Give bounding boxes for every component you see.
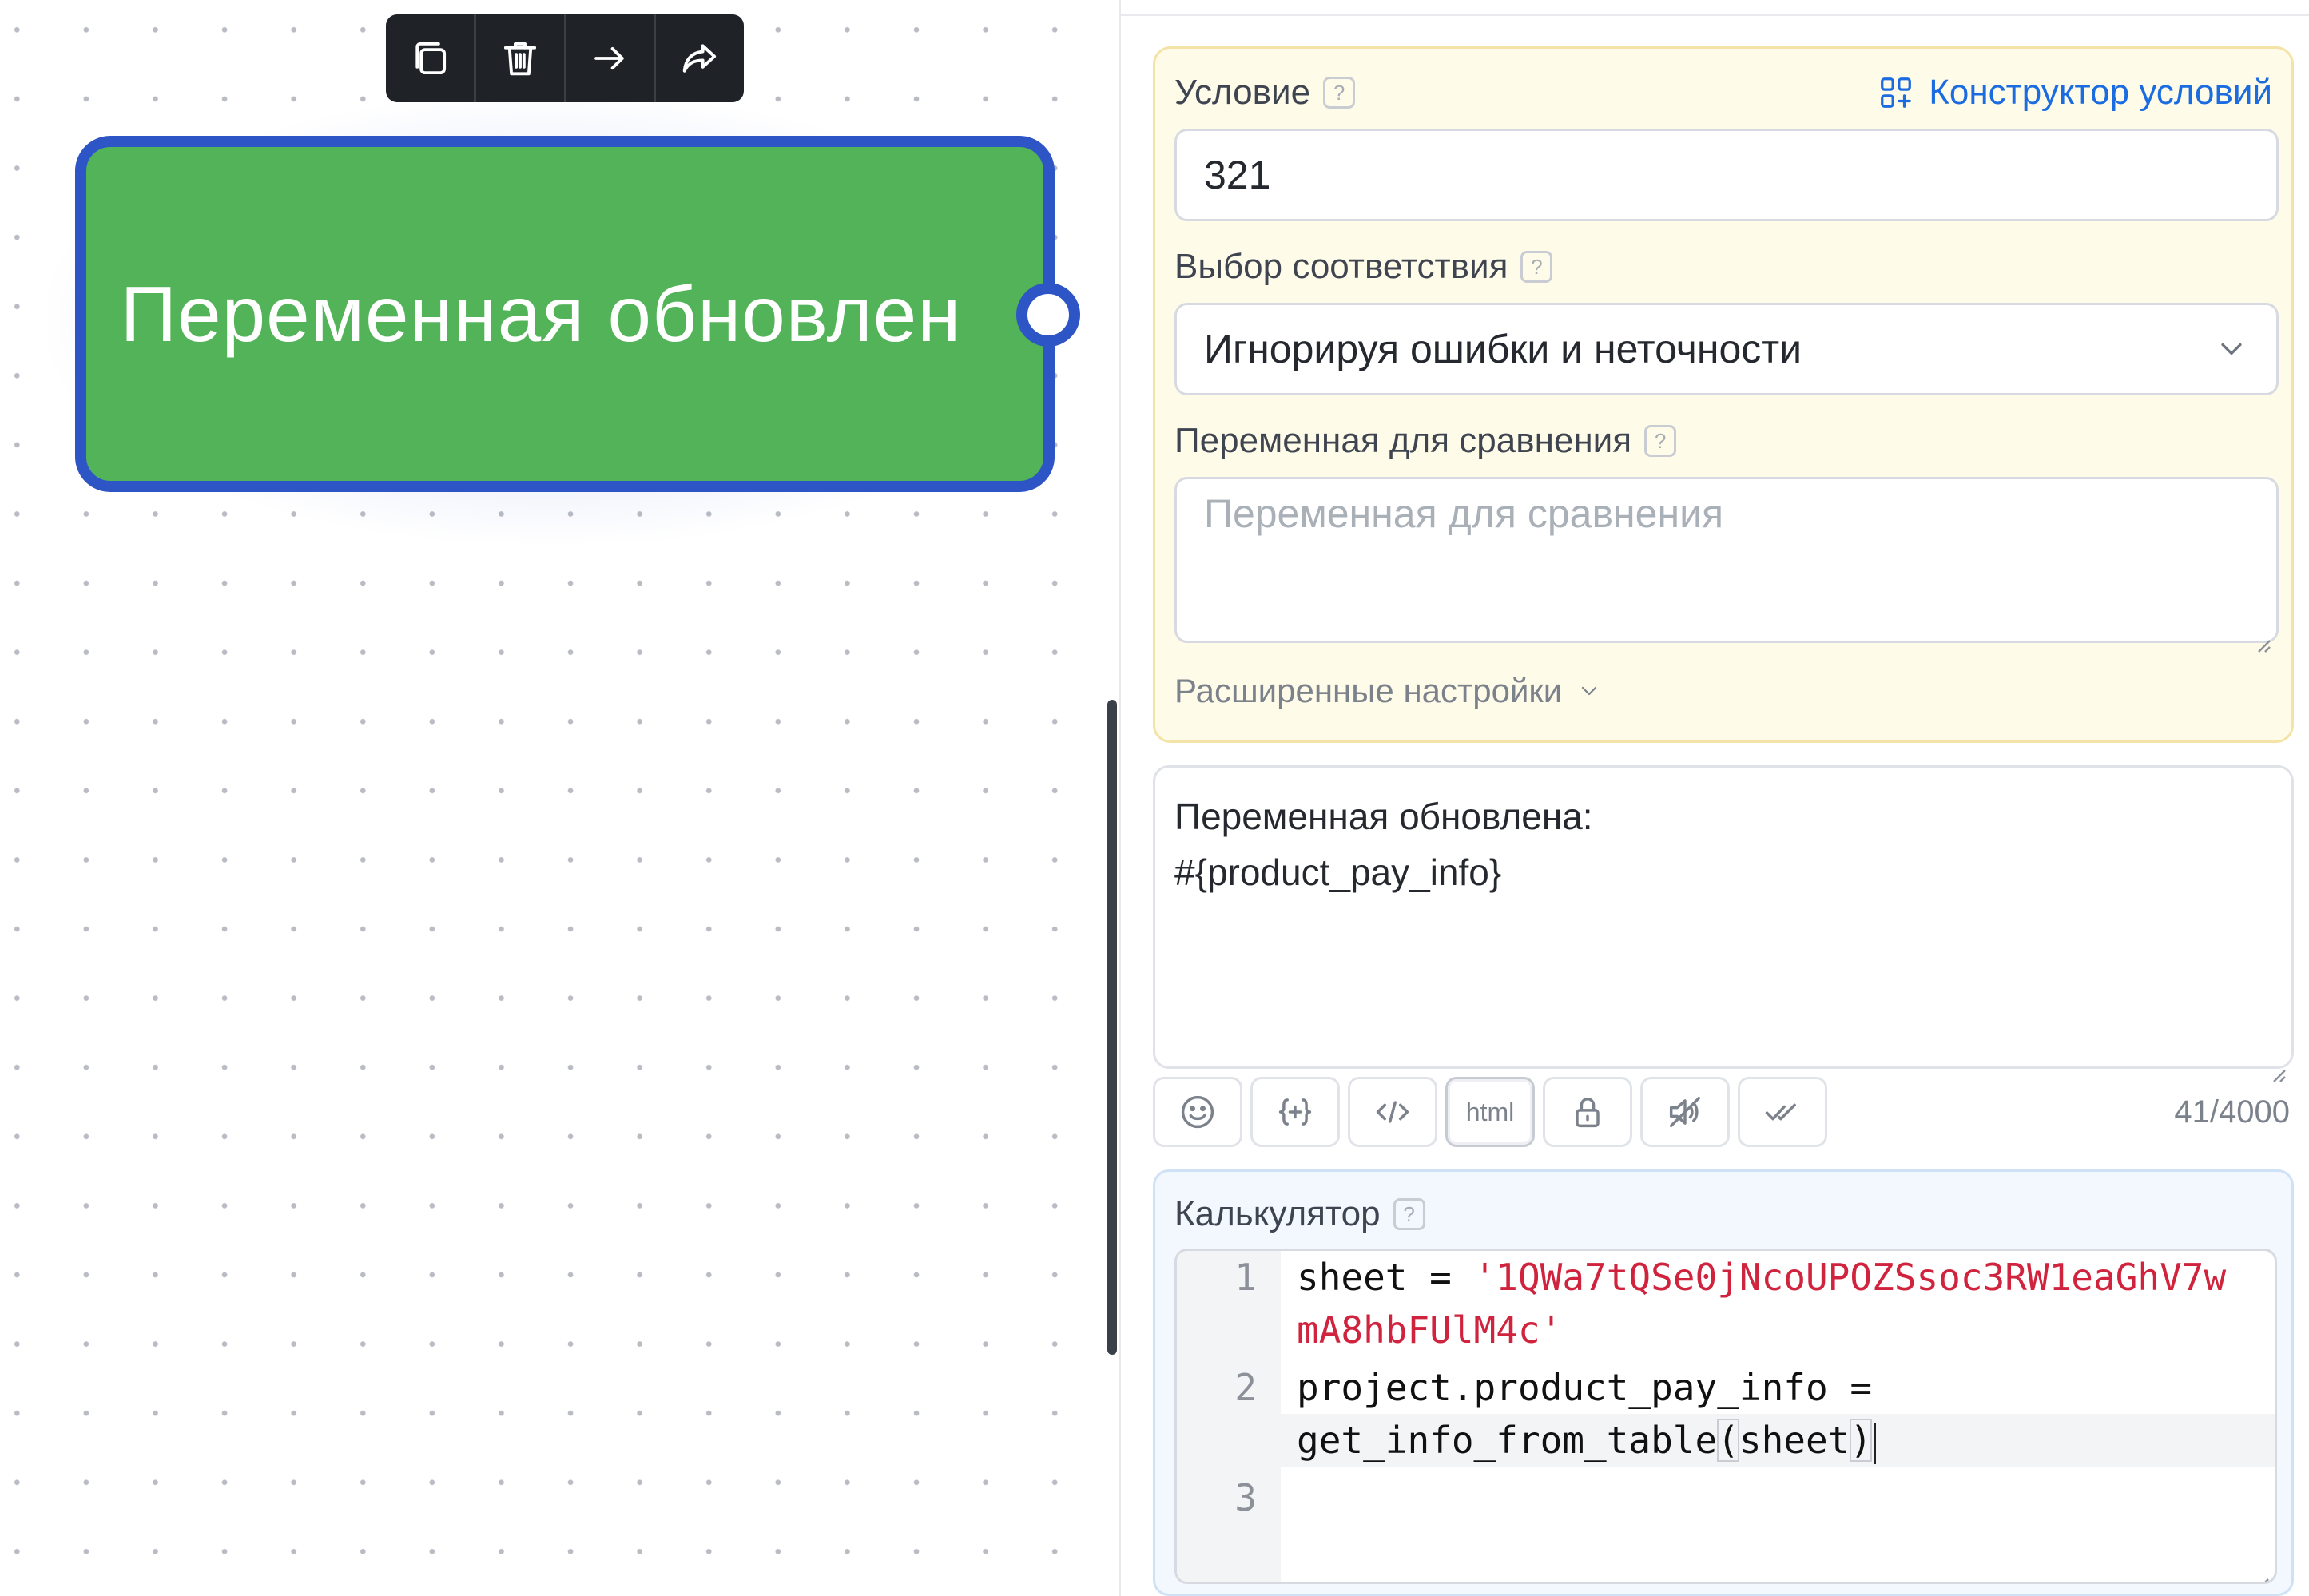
code-button[interactable] (1348, 1077, 1437, 1147)
canvas-scrollbar[interactable] (1107, 700, 1117, 1355)
code-token: get_info_from_table (1297, 1419, 1718, 1462)
html-button-label: html (1465, 1097, 1515, 1126)
copy-icon (415, 42, 446, 75)
panel-divider (1121, 14, 2309, 16)
node-title: Переменная обновлен (120, 269, 962, 358)
grid-plus-icon (1881, 77, 1912, 108)
condition-input-value: 321 (1204, 153, 1271, 197)
double-check-icon (1765, 1103, 1796, 1121)
message-line-2: #{product_pay_info} (1174, 852, 1502, 893)
condition-help-icon[interactable]: ? (1323, 77, 1356, 109)
compare-placeholder: Переменная для сравнения (1204, 491, 1724, 536)
share-icon (682, 44, 717, 73)
match-label-row: Выбор соответствия ? (1174, 247, 1553, 287)
compare-label: Переменная для сравнения (1174, 421, 1632, 460)
flow-node[interactable]: Переменная обновлен (75, 136, 1055, 492)
code-text: project.product_pay_info = (1297, 1366, 1873, 1409)
resize-handle-icon[interactable] (2251, 1558, 2270, 1582)
code-bracket: ( (1717, 1419, 1739, 1462)
condition-builder-label: Конструктор условий (1929, 73, 2272, 112)
node-toolbar (386, 14, 744, 102)
silent-button[interactable] (1640, 1077, 1730, 1147)
code-icon (1376, 1101, 1409, 1123)
calculator-label-row: Калькулятор ? (1174, 1194, 1425, 1234)
text-caret (1874, 1422, 1877, 1464)
code-string: mA8hbFUlM4c' (1297, 1308, 1563, 1352)
variable-icon (1278, 1098, 1312, 1126)
goto-node-button[interactable] (566, 14, 657, 102)
flow-canvas[interactable]: Переменная обновлен (0, 0, 1119, 1596)
condition-builder-link[interactable]: Конструктор условий (1878, 73, 2272, 113)
insert-variable-button[interactable] (1250, 1077, 1340, 1147)
arrow-right-icon (594, 46, 625, 70)
node-output-handle[interactable] (1016, 283, 1080, 347)
message-format-toolbar: html (1153, 1077, 1827, 1147)
code-bracket: ) (1850, 1419, 1873, 1462)
resize-handle-icon[interactable] (2252, 617, 2271, 653)
calculator-help-icon[interactable]: ? (1393, 1198, 1425, 1230)
emoji-icon (1181, 1095, 1214, 1129)
protect-button[interactable] (1543, 1077, 1632, 1147)
share-node-button[interactable] (656, 14, 744, 102)
line-number: 1 (1234, 1256, 1257, 1299)
code-string: '1QWa7tQSe0jNcoUPOZSsoc3RW1eaGhV7w (1473, 1256, 2227, 1299)
advanced-settings-label: Расширенные настройки (1174, 672, 1563, 709)
resize-handle-icon[interactable] (2267, 1042, 2287, 1082)
condition-label: Условие (1174, 73, 1311, 112)
chevron-down-icon (1582, 686, 1597, 696)
code-text: sheet = '1QWa7tQSe0jNcoUPOZSsoc3RW1eaGhV… (1297, 1251, 2226, 1304)
message-char-counter: 41/4000 (2174, 1094, 2290, 1130)
emoji-button[interactable] (1153, 1077, 1242, 1147)
delete-node-button[interactable] (476, 14, 566, 102)
settings-panel: Условие ? Конструктор условий 321 Выбор … (1119, 0, 2309, 1596)
chevron-down-icon (2221, 343, 2242, 355)
code-text-wrap: get_info_from_table(sheet) (1297, 1414, 1877, 1467)
code-token: sheet = (1297, 1256, 1474, 1299)
code-text-wrap: mA8hbFUlM4c' (1297, 1304, 1562, 1356)
match-help-icon[interactable]: ? (1520, 251, 1553, 283)
html-button[interactable]: html (1445, 1077, 1535, 1147)
condition-input[interactable]: 321 (1174, 129, 2279, 221)
match-label: Выбор соответствия (1174, 247, 1508, 286)
advanced-settings-toggle[interactable]: Расширенные настройки (1174, 672, 1602, 710)
compare-label-row: Переменная для сравнения ? (1174, 421, 1677, 461)
calculator-block: Калькулятор ? 1 sheet = '1QWa7tQSe0jNcoU… (1153, 1169, 2294, 1596)
calculator-label: Калькулятор (1174, 1194, 1381, 1233)
copy-node-button[interactable] (386, 14, 476, 102)
lock-icon (1576, 1098, 1600, 1128)
message-editor[interactable]: Переменная обновлена: #{product_pay_info… (1153, 765, 2294, 1082)
compare-help-icon[interactable]: ? (1644, 425, 1677, 457)
app-root: Переменная обновлен Условие ? Конструкто… (0, 0, 2309, 1596)
mute-icon (1669, 1096, 1701, 1128)
message-line-1: Переменная обновлена: (1174, 796, 1593, 837)
condition-label-row: Условие ? (1174, 73, 1356, 113)
read-receipt-button[interactable] (1738, 1077, 1827, 1147)
match-select-value: Игнорируя ошибки и неточности (1204, 327, 1802, 371)
code-token: sheet (1739, 1419, 1850, 1462)
line-number: 2 (1234, 1366, 1257, 1409)
match-select[interactable]: Игнорируя ошибки и неточности (1174, 303, 2279, 395)
trash-icon (503, 42, 536, 76)
line-number: 3 (1234, 1476, 1257, 1519)
calculator-code-editor[interactable]: 1 sheet = '1QWa7tQSe0jNcoUPOZSsoc3RW1eaG… (1174, 1249, 2277, 1584)
compare-variable-input[interactable]: Переменная для сравнения (1174, 477, 2279, 653)
condition-block: Условие ? Конструктор условий 321 Выбор … (1153, 46, 2294, 743)
